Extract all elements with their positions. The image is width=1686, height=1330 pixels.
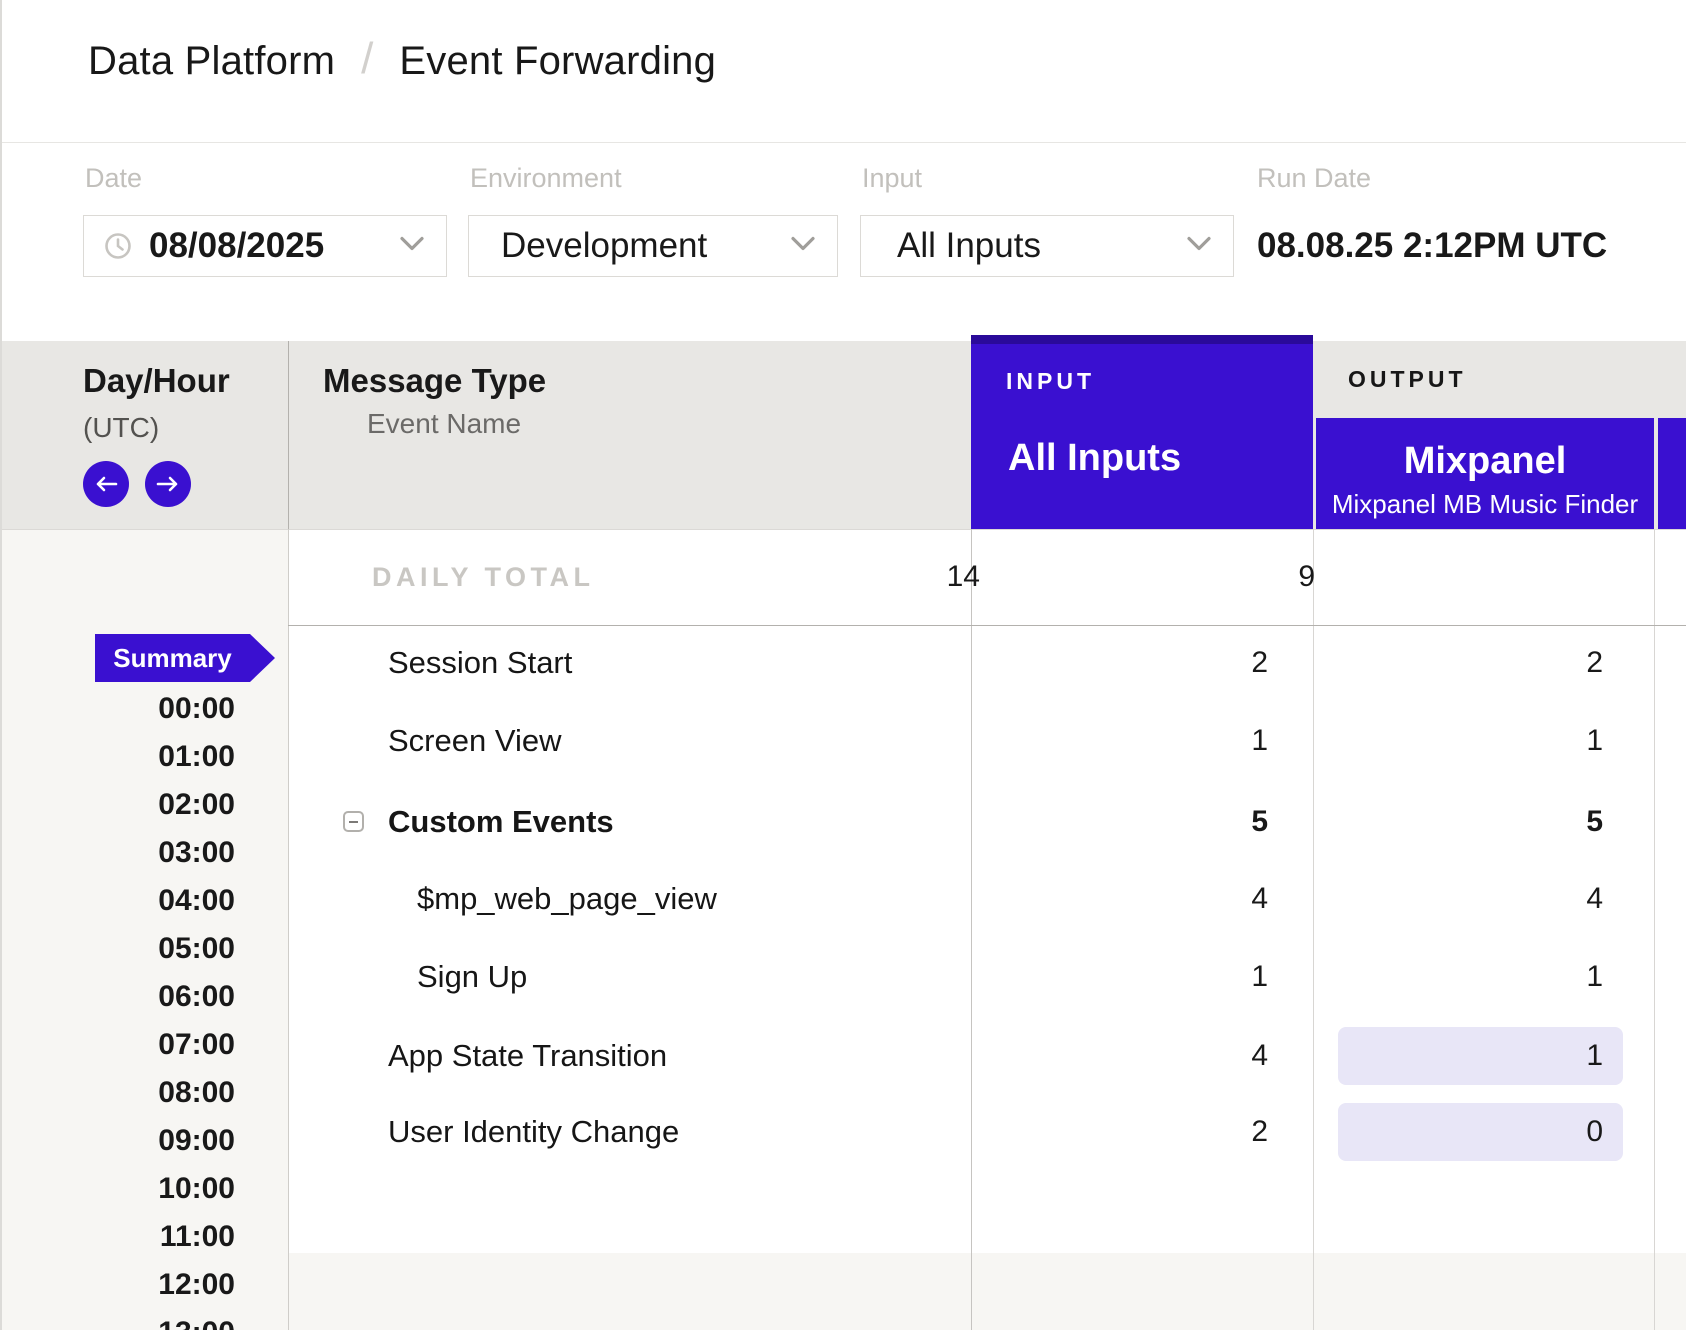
- row-output-value: 5: [1313, 783, 1603, 861]
- date-value: 08/08/2025: [149, 226, 324, 266]
- input-dropdown[interactable]: All Inputs: [860, 215, 1234, 277]
- row-output-value: 1: [1313, 702, 1603, 780]
- collapse-icon[interactable]: [343, 811, 364, 832]
- hour-label[interactable]: 07:00: [2, 1030, 235, 1060]
- environment-value: Development: [501, 226, 707, 266]
- input-column-name: All Inputs: [1008, 437, 1181, 480]
- daily-total-input-value: 14: [712, 529, 980, 625]
- row-input-value: 1: [1000, 702, 1268, 780]
- event-forwarding-page: Data Platform / Event Forwarding Date En…: [0, 0, 1686, 1330]
- table-row: App State Transition 4 1: [0, 1017, 1686, 1095]
- day-hour-timezone: (UTC): [83, 412, 159, 444]
- input-column-accent-strip: [971, 335, 1313, 344]
- hour-label[interactable]: 10:00: [2, 1174, 235, 1204]
- row-label: Custom Events: [388, 783, 614, 861]
- row-input-value: 4: [1000, 1017, 1268, 1095]
- table-row: Screen View 1 1: [0, 702, 1686, 780]
- hour-label[interactable]: 13:00: [2, 1318, 235, 1330]
- input-value: All Inputs: [897, 226, 1041, 266]
- table-row: Sign Up 1 1: [0, 938, 1686, 1016]
- environment-dropdown[interactable]: Development: [468, 215, 838, 277]
- breadcrumb-parent[interactable]: Data Platform: [88, 39, 335, 84]
- run-date-label: Run Date: [1257, 163, 1371, 194]
- row-input-value: 5: [1000, 783, 1268, 861]
- date-dropdown[interactable]: 08/08/2025: [83, 215, 447, 277]
- row-output-value: 4: [1313, 860, 1603, 938]
- column-divider: [288, 341, 289, 529]
- previous-day-button[interactable]: [83, 461, 129, 507]
- row-output-value: 1: [1313, 938, 1603, 1016]
- clock-icon: [104, 232, 132, 260]
- header-divider: [2, 142, 1686, 143]
- hour-label[interactable]: 06:00: [2, 982, 235, 1012]
- hour-label[interactable]: 12:00: [2, 1270, 235, 1300]
- row-label: User Identity Change: [388, 1093, 679, 1171]
- row-label: Screen View: [388, 702, 561, 780]
- page-title: Event Forwarding: [399, 39, 716, 84]
- table-row: $mp_web_page_view 4 4: [0, 860, 1686, 938]
- day-hour-header: Day/Hour: [83, 362, 230, 400]
- row-label: App State Transition: [388, 1017, 667, 1095]
- row-label: Sign Up: [417, 938, 527, 1016]
- arrow-left-icon: [94, 475, 118, 493]
- input-filter-label: Input: [862, 163, 922, 194]
- hour-label[interactable]: 09:00: [2, 1126, 235, 1156]
- row-output-value-highlighted: 1: [1338, 1027, 1623, 1085]
- next-day-button[interactable]: [145, 461, 191, 507]
- hour-label[interactable]: 04:00: [2, 886, 235, 916]
- chevron-down-icon: [1187, 237, 1211, 256]
- table-row: Session Start 2 2: [0, 624, 1686, 702]
- breadcrumb-separator: /: [361, 34, 373, 84]
- output-column-subtitle: Mixpanel MB Music Finder: [1316, 489, 1654, 520]
- table-row: Custom Events 5 5: [0, 783, 1686, 861]
- arrow-right-icon: [156, 475, 180, 493]
- daily-total-output-value: 9: [1025, 529, 1315, 625]
- environment-filter-label: Environment: [470, 163, 622, 194]
- output-column-name: Mixpanel: [1316, 440, 1654, 483]
- row-input-value: 2: [1000, 624, 1268, 702]
- event-name-subheader: Event Name: [367, 408, 521, 440]
- hour-label[interactable]: 00:00: [2, 694, 235, 724]
- hour-label[interactable]: 08:00: [2, 1078, 235, 1108]
- daily-total-label: DAILY TOTAL: [372, 529, 595, 625]
- row-label: Session Start: [388, 624, 572, 702]
- chevron-down-icon: [400, 237, 424, 256]
- output-column-header[interactable]: Mixpanel Mixpanel MB Music Finder: [1316, 418, 1654, 529]
- hour-label[interactable]: 11:00: [2, 1222, 235, 1252]
- output-group-label: OUTPUT: [1348, 366, 1467, 393]
- row-input-value: 1: [1000, 938, 1268, 1016]
- date-filter-label: Date: [85, 163, 142, 194]
- hour-label[interactable]: 02:00: [2, 790, 235, 820]
- hour-label[interactable]: 05:00: [2, 934, 235, 964]
- row-label: $mp_web_page_view: [417, 860, 717, 938]
- message-type-header: Message Type: [323, 362, 546, 400]
- breadcrumb: Data Platform / Event Forwarding: [88, 36, 716, 86]
- hour-label[interactable]: 03:00: [2, 838, 235, 868]
- row-input-value: 4: [1000, 860, 1268, 938]
- row-input-value: 2: [1000, 1093, 1268, 1171]
- row-output-value-highlighted: 0: [1338, 1103, 1623, 1161]
- output-column-partial[interactable]: [1658, 418, 1686, 529]
- table-footer-area: [288, 1253, 1686, 1330]
- run-date-value: 08.08.25 2:12PM UTC: [1257, 215, 1607, 277]
- input-group-label: INPUT: [1006, 368, 1095, 395]
- row-output-value: 2: [1313, 624, 1603, 702]
- hour-label[interactable]: 01:00: [2, 742, 235, 772]
- table-row: User Identity Change 2 0: [0, 1093, 1686, 1171]
- daily-total-row: DAILY TOTAL: [288, 529, 1686, 625]
- input-column-header[interactable]: INPUT All Inputs: [971, 335, 1313, 529]
- chevron-down-icon: [791, 237, 815, 256]
